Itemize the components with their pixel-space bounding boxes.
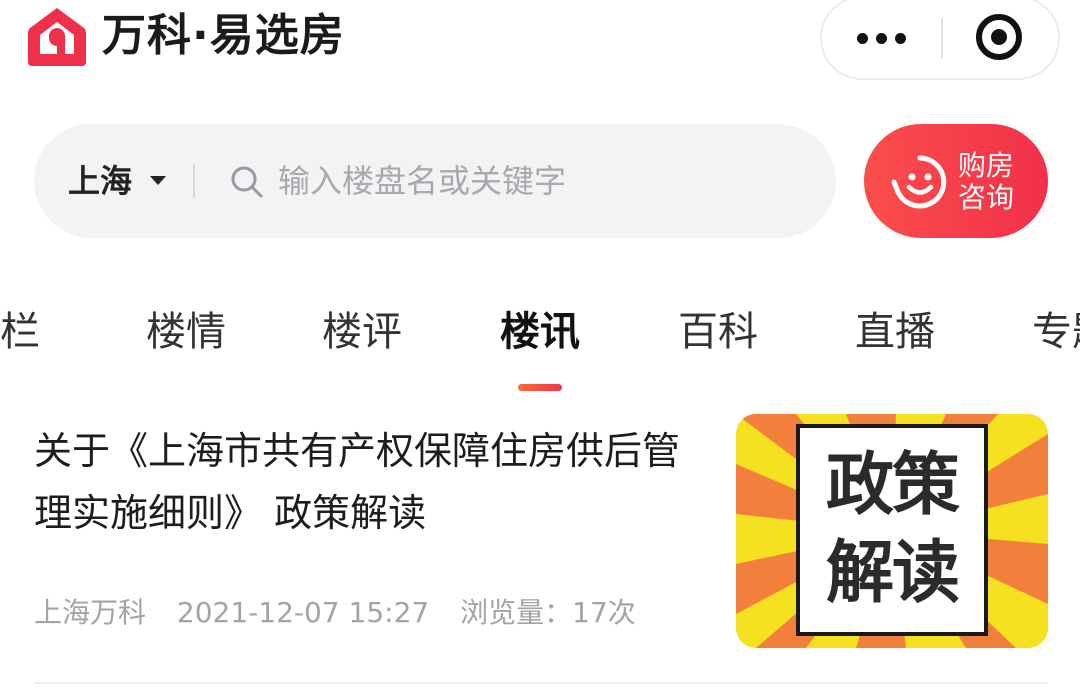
capsule-divider — [941, 18, 943, 58]
article-thumbnail[interactable]: 政策 解读 — [736, 414, 1048, 648]
thumb-text-line2: 解读 — [825, 534, 960, 613]
search-icon — [231, 166, 263, 198]
house-consult-button[interactable]: 购房 咨询 — [864, 124, 1048, 238]
tab-market[interactable]: 楼情 — [146, 306, 226, 358]
brand-title: 万科·易选房 — [102, 10, 345, 61]
consult-label-line1: 购房 — [958, 149, 1015, 182]
tab-news[interactable]: 楼讯 — [500, 306, 580, 358]
article-datetime: 2021-12-07 15:27 — [176, 596, 430, 629]
search-bar: 上海 — [34, 124, 836, 238]
consult-label-line2: 咨询 — [958, 181, 1015, 214]
more-dots-icon[interactable] — [822, 0, 940, 78]
target-circle-icon[interactable] — [976, 14, 1022, 60]
mini-program-capsule — [820, 0, 1060, 80]
article-title[interactable]: 关于《上海市共有产权保障住房供后管理实施细则》 政策解读 — [34, 420, 710, 544]
policy-label-box: 政策 解读 — [796, 424, 988, 636]
thumb-text-line1: 政策 — [825, 446, 960, 525]
article-meta: 上海万科 2021-12-07 15:27 浏览量：17次 — [34, 594, 658, 632]
active-tab-indicator — [518, 384, 562, 391]
caret-down-icon[interactable] — [150, 176, 166, 185]
category-tabs: 专栏 楼情 楼评 楼讯 百科 直播 专题 — [0, 300, 1080, 400]
vanke-logo-icon — [28, 8, 86, 66]
article-source: 上海万科 — [34, 596, 147, 629]
tab-topic[interactable]: 专题 — [1032, 306, 1080, 358]
search-divider — [193, 164, 195, 198]
city-selector[interactable]: 上海 — [68, 160, 132, 202]
article-views: 浏览量：17次 — [460, 596, 636, 629]
tab-live[interactable]: 直播 — [855, 306, 935, 358]
customer-service-icon — [891, 155, 947, 209]
consult-label: 购房 咨询 — [958, 150, 1028, 214]
search-input[interactable] — [278, 156, 798, 206]
list-divider — [34, 682, 1048, 684]
tab-column[interactable]: 专栏 — [0, 306, 40, 358]
app-header: 万科·易选房 — [0, 0, 1080, 88]
article-list-item[interactable]: 关于《上海市共有产权保障住房供后管理实施细则》 政策解读 上海万科 2021-1… — [34, 414, 1048, 654]
tab-wiki[interactable]: 百科 — [678, 306, 758, 358]
tab-review[interactable]: 楼评 — [322, 306, 402, 358]
